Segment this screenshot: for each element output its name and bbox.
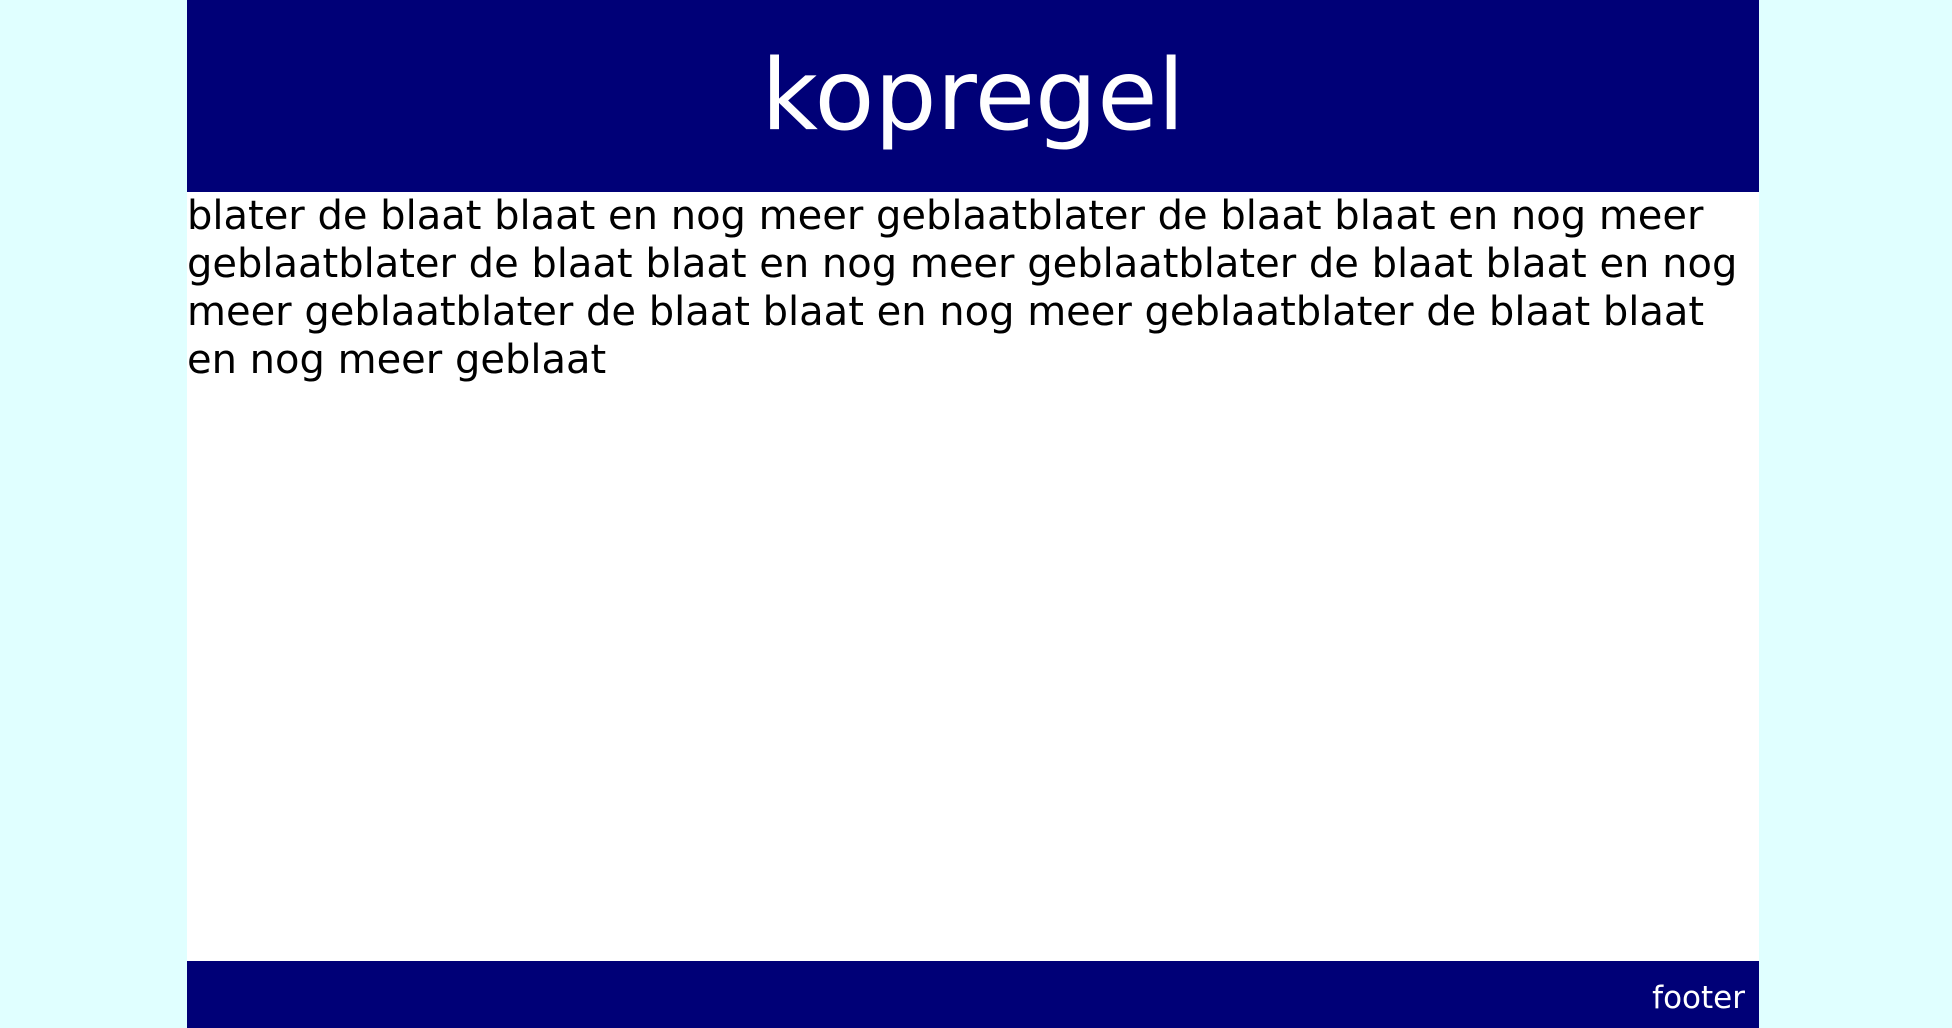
main-content: blater de blaat blaat en nog meer geblaa… [187,192,1759,384]
body-text: blater de blaat blaat en nog meer geblaa… [187,193,1738,383]
footer-bar: footer [187,961,1759,1028]
header-banner: kopregel [187,0,1759,192]
footer-label: footer [1652,980,1745,1016]
page-title: kopregel [761,39,1185,153]
page-container: kopregel blater de blaat blaat en nog me… [187,0,1759,1028]
